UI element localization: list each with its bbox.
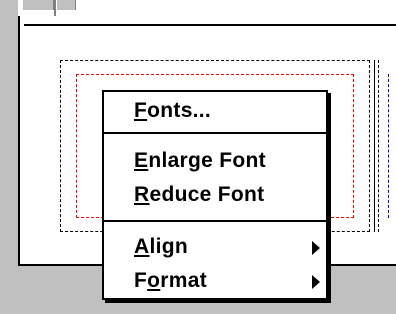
mnemonic-e: E [134, 149, 149, 172]
menu-item-label: lign [149, 235, 188, 258]
menu-item-label: onts... [147, 99, 212, 122]
context-menu: Fonts... Enlarge Font Reduce Font Align … [102, 90, 328, 300]
toolbar-cell[interactable] [56, 0, 76, 10]
menu-item-fonts[interactable]: Fonts... [104, 94, 326, 128]
mnemonic-f: F [134, 99, 148, 122]
menu-item-align[interactable]: Align [104, 230, 326, 264]
submenu-arrow-icon [312, 275, 320, 289]
menu-item-label: rmat [160, 269, 207, 292]
menu-separator [104, 132, 326, 134]
menu-separator [104, 220, 326, 222]
menu-item-label-prefix: F [134, 269, 148, 292]
toolbar-cell[interactable] [22, 0, 54, 10]
menu-item-label: educe Font [149, 183, 265, 206]
menu-item-reduce-font[interactable]: Reduce Font [104, 178, 326, 212]
mnemonic-a: A [134, 235, 150, 258]
toolbar-divider [54, 0, 56, 16]
menu-item-format[interactable]: Format [104, 264, 326, 298]
mnemonic-r: R [134, 183, 150, 206]
submenu-arrow-icon [312, 241, 320, 255]
mnemonic-o: o [147, 269, 161, 292]
column-guide [388, 74, 396, 218]
canvas-top-rule [24, 24, 396, 26]
menu-item-enlarge-font[interactable]: Enlarge Font [104, 144, 326, 178]
column-separator [374, 60, 375, 232]
menu-item-label: nlarge Font [148, 149, 266, 172]
